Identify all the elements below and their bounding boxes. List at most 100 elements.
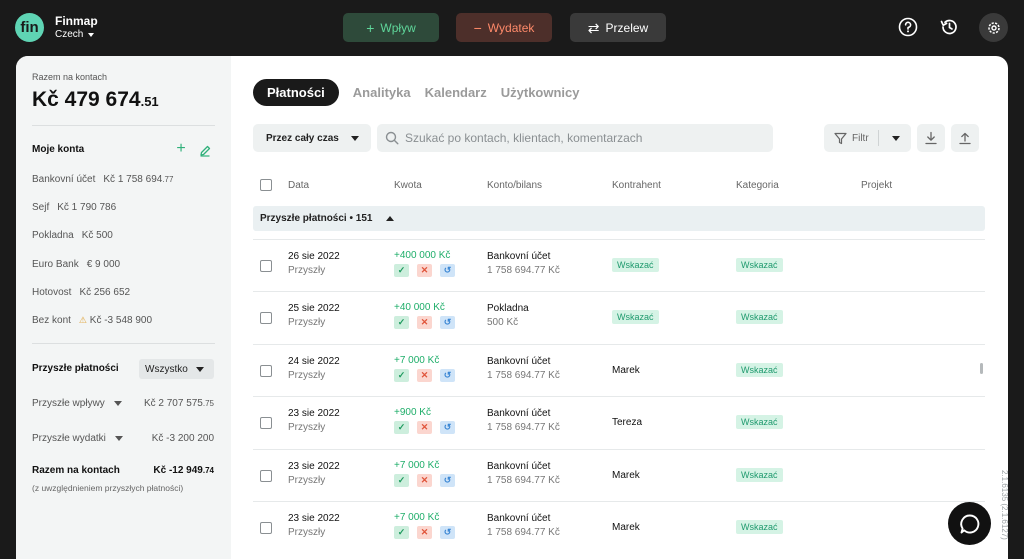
account-item[interactable]: Pokladna Kč 500 (32, 230, 113, 241)
cancel-icon[interactable]: ✕ (417, 474, 432, 487)
confirm-icon[interactable]: ✓ (394, 474, 409, 487)
add-income-button[interactable]: + Wpływ (343, 13, 439, 42)
table-row[interactable]: 24 sie 2022 Przyszły +7 000 Kč ✓ ✕ ↺ Ban… (253, 344, 985, 396)
row-actions: ✓ ✕ ↺ (394, 421, 455, 434)
set-category-badge[interactable]: Wskazać (736, 310, 783, 324)
row-checkbox[interactable] (260, 312, 272, 324)
period-select[interactable]: Przez cały czas (253, 124, 371, 152)
undo-icon[interactable]: ↺ (440, 474, 455, 487)
undo-icon[interactable]: ↺ (440, 264, 455, 277)
divider (877, 130, 879, 146)
set-category-badge[interactable]: Wskazać (736, 468, 783, 482)
add-expense-button[interactable]: − Wydatek (456, 13, 552, 42)
column-header-contractor[interactable]: Kontrahent (612, 180, 661, 191)
add-account-button[interactable]: + (175, 141, 187, 157)
column-header-amount[interactable]: Kwota (394, 180, 422, 191)
chat-button[interactable] (948, 502, 991, 545)
table-row[interactable]: 25 sie 2022 Przyszły +40 000 Kč ✓ ✕ ↺ Po… (253, 291, 985, 343)
row-checkbox[interactable] (260, 260, 272, 272)
cancel-icon[interactable]: ✕ (417, 526, 432, 539)
add-transfer-button[interactable]: ⇄ Przelew (570, 13, 666, 42)
settings-button[interactable] (979, 13, 1008, 42)
confirm-icon[interactable]: ✓ (394, 316, 409, 329)
row-checkbox[interactable] (260, 522, 272, 534)
version-label: 2.1.6135 (2.1.6127) (1000, 470, 1009, 540)
chevron-down-icon[interactable] (891, 135, 900, 141)
cancel-icon[interactable]: ✕ (417, 369, 432, 382)
row-date: 23 sie 2022 (288, 513, 340, 524)
scrollbar-thumb[interactable] (980, 363, 983, 374)
future-payments-group[interactable]: Przyszłe płatności • 151 (253, 206, 985, 231)
select-all-checkbox[interactable] (260, 179, 272, 191)
table-row[interactable]: 23 sie 2022 Przyszły +7 000 Kč ✓ ✕ ↺ Ban… (253, 501, 985, 553)
undo-icon[interactable]: ↺ (440, 421, 455, 434)
future-sum-row: Razem na kontach Kč -12 949.74 (32, 465, 214, 476)
row-account: Bankovní účet (487, 356, 551, 367)
filter-button[interactable]: Filtr (824, 124, 911, 152)
account-item[interactable]: Euro Bank € 9 000 (32, 259, 120, 270)
confirm-icon[interactable]: ✓ (394, 264, 409, 277)
row-contractor: Tereza (612, 417, 643, 428)
confirm-icon[interactable]: ✓ (394, 369, 409, 382)
edit-accounts-button[interactable] (199, 144, 211, 157)
add-income-label: Wpływ (380, 20, 416, 35)
undo-icon[interactable]: ↺ (440, 316, 455, 329)
row-checkbox[interactable] (260, 417, 272, 429)
row-checkbox[interactable] (260, 470, 272, 482)
search-icon (385, 131, 399, 145)
table-row[interactable]: 23 sie 2022 Przyszły +7 000 Kč ✓ ✕ ↺ Ban… (253, 449, 985, 501)
row-account: Pokladna (487, 303, 529, 314)
row-date: 25 sie 2022 (288, 303, 340, 314)
row-contractor: Marek (612, 470, 640, 481)
company-switcher[interactable]: Czech (55, 29, 95, 40)
account-item[interactable]: Hotovost Kč 256 652 (32, 287, 130, 298)
table-row[interactable]: 26 sie 2022 Przyszły +400 000 Kč ✓ ✕ ↺ B… (253, 239, 985, 291)
account-item[interactable]: Bez kont ⚠ Kč -3 548 900 (32, 315, 152, 326)
history-button[interactable] (938, 16, 960, 38)
total-main: Kč 479 674 (32, 88, 141, 111)
undo-icon[interactable]: ↺ (440, 526, 455, 539)
help-button[interactable] (897, 16, 919, 38)
confirm-icon[interactable]: ✓ (394, 526, 409, 539)
set-category-badge[interactable]: Wskazać (736, 520, 783, 534)
future-expense-row[interactable]: Przyszłe wydatki Kč -3 200 200 (32, 433, 214, 444)
future-income-row[interactable]: Przyszłe wpływy Kč 2 707 575.75 (32, 398, 214, 409)
confirm-icon[interactable]: ✓ (394, 421, 409, 434)
total-cents: .51 (140, 94, 159, 109)
undo-icon[interactable]: ↺ (440, 369, 455, 382)
column-header-project[interactable]: Projekt (861, 180, 892, 191)
cancel-icon[interactable]: ✕ (417, 264, 432, 277)
future-filter-select[interactable]: Wszystko (139, 359, 214, 379)
set-category-badge[interactable]: Wskazać (736, 258, 783, 272)
row-amount: +7 000 Kč (394, 512, 440, 523)
account-name: Hotovost (32, 287, 72, 298)
download-button[interactable] (917, 124, 945, 152)
divider (32, 125, 215, 126)
set-category-badge[interactable]: Wskazać (736, 363, 783, 377)
row-date: 24 sie 2022 (288, 356, 340, 367)
account-item[interactable]: Sejf Kč 1 790 786 (32, 202, 116, 213)
row-contractor: Marek (612, 365, 640, 376)
finmap-logo[interactable]: fin (15, 13, 44, 42)
set-contractor-badge[interactable]: Wskazać (612, 310, 659, 324)
tab-users[interactable]: Użytkownicy (501, 85, 580, 100)
account-item[interactable]: Bankovní účet Kč 1 758 694.77 (32, 174, 173, 185)
upload-button[interactable] (951, 124, 979, 152)
tab-analytics[interactable]: Analityka (353, 85, 411, 100)
chevron-down-icon (88, 32, 95, 37)
cancel-icon[interactable]: ✕ (417, 421, 432, 434)
table-row[interactable]: 23 sie 2022 Przyszły +900 Kč ✓ ✕ ↺ Banko… (253, 396, 985, 448)
column-header-account[interactable]: Konto/bilans (487, 180, 542, 191)
set-contractor-badge[interactable]: Wskazać (612, 258, 659, 272)
tab-calendar[interactable]: Kalendarz (425, 85, 487, 100)
account-amount: Kč 256 652 (79, 287, 131, 298)
set-category-badge[interactable]: Wskazać (736, 415, 783, 429)
column-header-date[interactable]: Data (288, 180, 309, 191)
tab-payments[interactable]: Płatności (253, 79, 339, 106)
cancel-icon[interactable]: ✕ (417, 316, 432, 329)
column-header-category[interactable]: Kategoria (736, 180, 779, 191)
row-date: 26 sie 2022 (288, 251, 340, 262)
row-balance: 1 758 694.77 Kč (487, 475, 560, 486)
search-input[interactable] (405, 131, 765, 145)
row-checkbox[interactable] (260, 365, 272, 377)
